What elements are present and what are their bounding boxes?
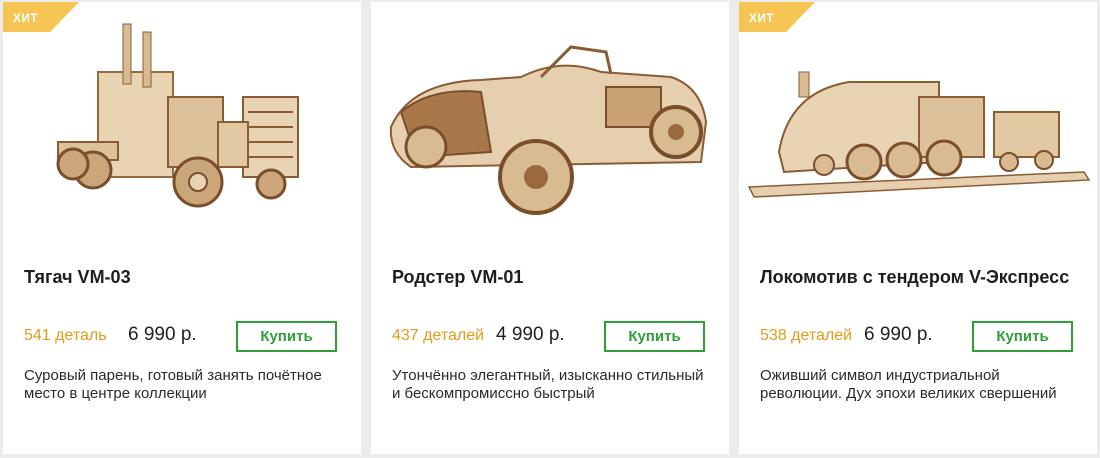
buy-button[interactable]: Купить [236,321,337,352]
product-title[interactable]: Родстер VM-01 [392,267,719,288]
product-description: Суровый парень, готовый занять почётное … [24,367,322,402]
parts-count: 437 деталей [392,327,485,344]
locomotive-model-image[interactable] [739,2,1097,237]
product-title[interactable]: Тягач VM-03 [24,267,351,288]
product-title[interactable]: Локомотив с тендером V-Экспресс [760,267,1087,288]
truck-model-image[interactable] [3,2,361,237]
product-price: 6 990 р. [864,324,933,345]
buy-button[interactable]: Купить [972,321,1073,352]
parts-count: 538 деталей [760,327,853,344]
roadster-model-image[interactable] [371,2,729,237]
product-card[interactable]: Родстер VM-01 437 деталей 4 990 р. Купит… [371,2,729,454]
product-price: 6 990 р. [128,324,197,345]
product-price: 4 990 р. [496,324,565,345]
product-card[interactable]: ХИТ Тягач VM-03 541 деталь 6 990 р. Купи… [3,2,361,454]
product-description: Оживший символ индустриальной революции.… [760,367,1057,402]
buy-button[interactable]: Купить [604,321,705,352]
parts-count: 541 деталь [24,327,107,344]
product-card[interactable]: ХИТ Локомотив с тендером V-Экспресс 538 … [739,2,1097,454]
product-description: Утончённо элегантный, изысканно стильный… [392,367,704,402]
